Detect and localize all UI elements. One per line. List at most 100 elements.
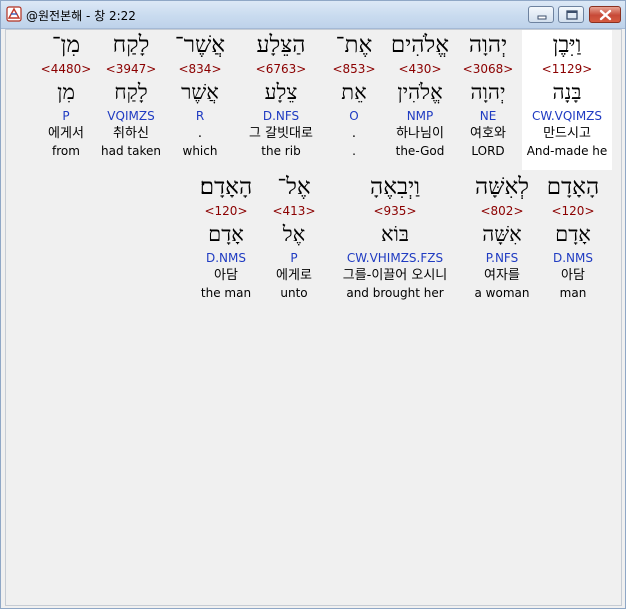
word-block[interactable]: יְהוָה <3068> יְהוָה NE 여호와 LORD bbox=[454, 30, 522, 159]
korean-gloss: 에게서 bbox=[48, 126, 84, 141]
hebrew-word: לָקַח bbox=[112, 32, 150, 58]
english-gloss: the rib bbox=[261, 144, 301, 158]
strong-number[interactable]: <120> bbox=[538, 203, 608, 219]
english-gloss: a woman bbox=[474, 286, 530, 300]
word-block[interactable]: הָאָדָם׃ <120> אָדָם D.NMS 아담 the man bbox=[188, 172, 264, 301]
strong-number[interactable]: <3068> bbox=[454, 61, 522, 77]
close-button[interactable] bbox=[589, 6, 621, 23]
hebrew-word: הַצֵּלָע bbox=[256, 32, 306, 58]
strong-number[interactable]: <834> bbox=[166, 61, 234, 77]
word-block[interactable]: הָאָדָם <120> אָדָם D.NMS 아담 man bbox=[538, 172, 608, 301]
morphology-code: NE bbox=[479, 109, 497, 123]
hebrew-word: לְאִשָּׁה bbox=[474, 174, 530, 200]
word-block[interactable]: אֲשֶׁר־ <834> אֲשֶׁר R . which bbox=[166, 30, 234, 159]
hebrew-word: אֶל־ bbox=[277, 174, 311, 200]
morphology-code: D.NFS bbox=[262, 109, 300, 123]
word-block[interactable]: הַצֵּלָע <6763> צֵלָע D.NFS 그 갈빗대로 the r… bbox=[234, 30, 328, 159]
korean-gloss: 아담 bbox=[561, 268, 585, 283]
morphology-code: CW.VHIMZS.FZS bbox=[346, 251, 444, 265]
word-block[interactable]: אֱלֹהִים <430> אֱלֹהִין NMP 하나님이 the-God bbox=[380, 30, 460, 159]
word-block[interactable]: מִן־ <4480> מִן P 에게서 from bbox=[36, 30, 96, 159]
hebrew-word: מִן־ bbox=[51, 32, 81, 58]
morphology-code: D.NMS bbox=[552, 251, 593, 265]
english-gloss: man bbox=[559, 286, 587, 300]
hebrew-root: אָדָם bbox=[208, 222, 244, 246]
close-icon bbox=[599, 9, 612, 21]
minimize-icon bbox=[537, 15, 547, 20]
strong-number[interactable]: <1129> bbox=[522, 61, 612, 77]
english-gloss: the man bbox=[200, 286, 252, 300]
morphology-code: P bbox=[290, 251, 298, 265]
hebrew-word: הָאָדָם bbox=[546, 174, 600, 200]
strong-number[interactable]: <802> bbox=[462, 203, 542, 219]
hebrew-word: הָאָדָם׃ bbox=[199, 174, 253, 200]
hebrew-root: צֵלָע bbox=[264, 80, 298, 104]
word-block[interactable]: וַיִּבֶן <1129> בָּנָה CW.VQIMZS 만드시고 An… bbox=[522, 30, 612, 170]
korean-gloss: 하나님이 bbox=[396, 126, 444, 141]
morphology-code: P bbox=[62, 109, 70, 123]
korean-gloss: . bbox=[351, 126, 357, 141]
morphology-code: VQIMZS bbox=[107, 109, 155, 123]
minimize-button[interactable] bbox=[528, 6, 554, 23]
strong-number[interactable]: <3947> bbox=[96, 61, 166, 77]
english-gloss: which bbox=[182, 144, 218, 158]
hebrew-word: וַיִּבֶן bbox=[552, 32, 582, 58]
app-window: @원전본해 - 창 2:22 וַיִּבֶן <1129> בָּנָה CW… bbox=[0, 0, 626, 609]
korean-gloss: 여호와 bbox=[470, 126, 506, 141]
english-gloss: unto bbox=[280, 286, 308, 300]
korean-gloss: 아담 bbox=[214, 268, 238, 283]
english-gloss: from bbox=[52, 144, 80, 158]
hebrew-root: אִשָּׁה bbox=[482, 222, 522, 246]
strong-number[interactable]: <120> bbox=[188, 203, 264, 219]
morphology-code: P.NFS bbox=[485, 251, 519, 265]
strong-number[interactable]: <6763> bbox=[234, 61, 328, 77]
hebrew-root: אֲשֶׁר bbox=[181, 80, 219, 104]
korean-gloss: 취하신 bbox=[113, 126, 149, 141]
hebrew-root: בּוֹא bbox=[380, 222, 410, 246]
korean-gloss: 그 갈빗대로 bbox=[249, 126, 313, 141]
hebrew-root: לָקַח bbox=[114, 80, 148, 104]
hebrew-word: אֶת־ bbox=[335, 32, 373, 58]
english-gloss: had taken bbox=[101, 144, 161, 158]
korean-gloss: 그를-이끌어 오시니 bbox=[342, 268, 448, 283]
hebrew-root: אָדָם bbox=[555, 222, 591, 246]
word-block[interactable]: אֶת־ <853> אֵת O . . bbox=[324, 30, 384, 159]
strong-number[interactable]: <4480> bbox=[36, 61, 96, 77]
hebrew-root: אֶל bbox=[282, 222, 306, 246]
korean-gloss: 여자를 bbox=[484, 268, 520, 283]
word-block[interactable]: לְאִשָּׁה <802> אִשָּׁה P.NFS 여자를 a woma… bbox=[462, 172, 542, 301]
strong-number[interactable]: <413> bbox=[262, 203, 326, 219]
english-gloss: LORD bbox=[471, 144, 505, 158]
morphology-code: R bbox=[195, 109, 205, 123]
hebrew-word: אֱלֹהִים bbox=[390, 32, 450, 58]
korean-gloss: . bbox=[197, 126, 203, 141]
morphology-code: O bbox=[349, 109, 359, 123]
hebrew-root: מִן bbox=[57, 80, 75, 104]
hebrew-root: אֵת bbox=[341, 80, 367, 104]
hebrew-root: אֱלֹהִין bbox=[397, 80, 443, 104]
english-gloss: the-God bbox=[395, 144, 445, 158]
morphology-code: NMP bbox=[406, 109, 434, 123]
korean-gloss: 만드시고 bbox=[543, 126, 591, 141]
word-block[interactable]: אֶל־ <413> אֶל P 에게로 unto bbox=[262, 172, 326, 301]
word-block[interactable]: וַיְבִאֶהָ <935> בּוֹא CW.VHIMZS.FZS 그를-… bbox=[320, 172, 470, 301]
hebrew-word: יְהוָה bbox=[468, 32, 508, 58]
hebrew-root: יְהוָה bbox=[470, 80, 506, 104]
app-logo-icon[interactable] bbox=[6, 6, 22, 22]
title-bar[interactable]: @원전본해 - 창 2:22 bbox=[1, 1, 625, 29]
verse-view[interactable]: וַיִּבֶן <1129> בָּנָה CW.VQIMZS 만드시고 An… bbox=[5, 29, 622, 606]
hebrew-word: אֲשֶׁר־ bbox=[174, 32, 226, 58]
english-gloss: . bbox=[352, 144, 356, 158]
strong-number[interactable]: <935> bbox=[320, 203, 470, 219]
word-block[interactable]: לָקַח <3947> לָקַח VQIMZS 취하신 had taken bbox=[96, 30, 166, 159]
strong-number[interactable]: <853> bbox=[324, 61, 384, 77]
strong-number[interactable]: <430> bbox=[380, 61, 460, 77]
english-gloss: And-made he bbox=[526, 144, 608, 158]
window-title: @원전본해 - 창 2:22 bbox=[26, 9, 136, 23]
hebrew-word: וַיְבִאֶהָ bbox=[369, 174, 421, 200]
english-gloss: and brought her bbox=[346, 286, 444, 300]
hebrew-root: בָּנָה bbox=[552, 80, 582, 104]
maximize-button[interactable] bbox=[558, 6, 584, 23]
morphology-code: CW.VQIMZS bbox=[531, 109, 603, 123]
maximize-icon bbox=[566, 10, 578, 20]
